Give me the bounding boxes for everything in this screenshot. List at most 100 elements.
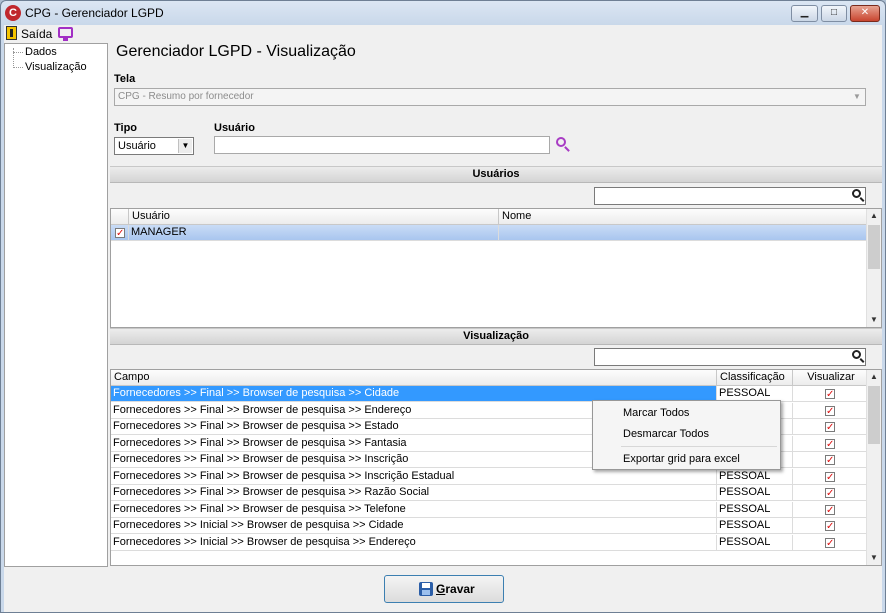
context-menu-item-desmarcar-todos[interactable]: Desmarcar Todos: [623, 428, 709, 440]
save-button[interactable]: Gravar: [384, 575, 504, 603]
tree-item-dados[interactable]: Dados: [11, 46, 57, 58]
visualizar-checkbox[interactable]: [825, 404, 835, 418]
tree-item-visualizacao[interactable]: Visualização: [11, 61, 87, 73]
tela-value: CPG - Resumo por fornecedor: [118, 91, 254, 102]
context-menu: Marcar Todos Desmarcar Todos Exportar gr…: [592, 400, 781, 470]
table-row[interactable]: Fornecedores >> Final >> Browser de pesq…: [111, 485, 867, 501]
title-bar: C CPG - Gerenciador LGPD ▁ □ ✕: [1, 1, 885, 25]
visualizar-checkbox[interactable]: [825, 536, 835, 550]
visualizar-checkbox[interactable]: [825, 437, 835, 451]
scroll-down-icon[interactable]: ▼: [867, 551, 881, 565]
classificacao-cell: PESSOAL: [717, 485, 793, 501]
visualizar-cell[interactable]: [793, 534, 867, 551]
users-header-select: [111, 209, 129, 225]
view-section-header: Visualização: [110, 328, 882, 345]
user-checkbox-cell[interactable]: [111, 225, 129, 241]
page-title: Gerenciador LGPD - Visualização: [116, 43, 356, 60]
chevron-down-icon[interactable]: ▼: [178, 139, 192, 153]
visualizar-checkbox[interactable]: [825, 470, 835, 484]
filter-icon-handle: [859, 197, 865, 202]
tipo-value: Usuário: [118, 140, 156, 152]
visualizar-checkbox[interactable]: [825, 503, 835, 517]
table-row[interactable]: Fornecedores >> Inicial >> Browser de pe…: [111, 534, 867, 551]
visualizar-cell[interactable]: [793, 452, 867, 468]
window-title: CPG - Gerenciador LGPD: [25, 6, 164, 20]
classificacao-cell: PESSOAL: [717, 518, 793, 534]
app-window: C CPG - Gerenciador LGPD ▁ □ ✕ Saída Dad…: [0, 0, 886, 613]
table-row[interactable]: MANAGER: [111, 225, 867, 241]
visualizar-checkbox[interactable]: [825, 453, 835, 467]
chevron-down-icon[interactable]: ▼: [850, 90, 864, 104]
exit-door-icon[interactable]: [6, 26, 17, 40]
table-row[interactable]: Fornecedores >> Final >> Browser de pesq…: [111, 468, 867, 485]
classificacao-cell: PESSOAL: [717, 534, 793, 551]
view-column-header-classificacao[interactable]: Classificação: [717, 370, 793, 386]
classificacao-cell: PESSOAL: [717, 468, 793, 485]
visualizar-cell[interactable]: [793, 518, 867, 534]
visualizar-cell[interactable]: [793, 386, 867, 402]
campo-cell: Fornecedores >> Inicial >> Browser de pe…: [111, 518, 717, 534]
usuario-label: Usuário: [214, 122, 255, 134]
save-button-label: Gravar: [436, 582, 475, 596]
users-section-header: Usuários: [110, 166, 882, 183]
visualizar-cell[interactable]: [793, 402, 867, 419]
search-icon-handle: [564, 146, 570, 152]
scroll-down-icon[interactable]: ▼: [867, 313, 881, 327]
user-checkbox[interactable]: [115, 226, 125, 240]
usuario-input[interactable]: [214, 136, 550, 154]
users-scrollbar[interactable]: ▲ ▼: [866, 209, 881, 327]
visualizar-cell[interactable]: [793, 501, 867, 518]
tipo-select[interactable]: Usuário ▼: [114, 137, 194, 155]
view-column-header-campo[interactable]: Campo: [111, 370, 717, 386]
scroll-up-icon[interactable]: ▲: [867, 370, 881, 384]
client-area: Dados Visualização Gerenciador LGPD - Vi…: [4, 42, 882, 612]
search-icon[interactable]: [556, 137, 572, 153]
users-filter-search-icon[interactable]: [852, 189, 866, 203]
context-menu-separator: [621, 446, 777, 447]
menu-bar: Saída: [4, 25, 882, 42]
visualizar-cell[interactable]: [793, 485, 867, 501]
context-menu-item-marcar-todos[interactable]: Marcar Todos: [623, 407, 689, 419]
table-row[interactable]: Fornecedores >> Final >> Browser de pesq…: [111, 501, 867, 518]
visualizar-checkbox[interactable]: [825, 486, 835, 500]
view-scrollbar[interactable]: ▲ ▼: [866, 370, 881, 565]
users-column-header-usuario[interactable]: Usuário: [129, 209, 499, 225]
users-grid: Usuário Nome MANAGER ▲ ▼: [110, 208, 882, 328]
table-row[interactable]: Fornecedores >> Inicial >> Browser de pe…: [111, 518, 867, 534]
user-name-cell: MANAGER: [129, 225, 499, 241]
close-button[interactable]: ✕: [850, 5, 880, 22]
view-filter-input[interactable]: [594, 348, 866, 366]
users-filter-input[interactable]: [594, 187, 866, 205]
view-filter-search-icon[interactable]: [852, 350, 866, 364]
exit-menu-item[interactable]: Saída: [21, 27, 52, 41]
scroll-thumb[interactable]: [868, 225, 880, 269]
main-panel: Gerenciador LGPD - Visualização Tela CPG…: [110, 42, 882, 569]
visualizar-cell[interactable]: [793, 419, 867, 435]
navigation-tree: Dados Visualização: [4, 43, 108, 567]
minimize-button[interactable]: ▁: [791, 5, 818, 22]
campo-cell: Fornecedores >> Final >> Browser de pesq…: [111, 485, 717, 501]
classificacao-cell: PESSOAL: [717, 501, 793, 518]
save-disk-icon: [419, 582, 433, 596]
campo-cell: Fornecedores >> Final >> Browser de pesq…: [111, 468, 717, 485]
user-nome-cell: [499, 225, 867, 241]
tela-select[interactable]: CPG - Resumo por fornecedor ▼: [114, 88, 866, 106]
filter-icon-handle: [859, 358, 865, 363]
visualizar-checkbox[interactable]: [825, 420, 835, 434]
tipo-label: Tipo: [114, 122, 138, 134]
users-column-header-nome[interactable]: Nome: [499, 209, 867, 225]
visualizar-cell[interactable]: [793, 435, 867, 452]
tela-label: Tela: [114, 73, 136, 85]
visualizar-checkbox[interactable]: [825, 387, 835, 401]
app-logo-icon: C: [5, 5, 21, 21]
scroll-up-icon[interactable]: ▲: [867, 209, 881, 223]
visualizar-checkbox[interactable]: [825, 519, 835, 533]
campo-cell: Fornecedores >> Inicial >> Browser de pe…: [111, 534, 717, 551]
visualizar-cell[interactable]: [793, 468, 867, 485]
context-menu-item-exportar-excel[interactable]: Exportar grid para excel: [623, 453, 740, 465]
monitor-icon[interactable]: [58, 27, 73, 41]
view-column-header-visualizar[interactable]: Visualizar: [793, 370, 867, 386]
scroll-thumb[interactable]: [868, 386, 880, 444]
maximize-button[interactable]: □: [821, 5, 847, 22]
campo-cell: Fornecedores >> Final >> Browser de pesq…: [111, 501, 717, 518]
